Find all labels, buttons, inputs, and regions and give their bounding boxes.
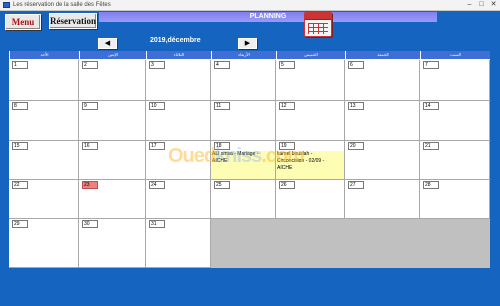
day-cell[interactable]: 2 (79, 60, 146, 101)
day-cell[interactable]: 12 (276, 101, 345, 141)
day-cell[interactable]: 10 (146, 101, 211, 141)
day-cell[interactable]: 22 (9, 180, 79, 219)
day-number: 31 (149, 220, 165, 228)
day-cell[interactable]: 28 (420, 180, 490, 219)
day-cell[interactable]: 5 (276, 60, 345, 101)
day-number: 14 (423, 102, 439, 110)
arrow-left-icon: ◀ (104, 40, 111, 47)
calendar-icon[interactable] (304, 12, 332, 37)
day-cell[interactable]: 31 (146, 219, 211, 268)
weekday-label: الخميس (276, 51, 345, 59)
day-number: 20 (348, 142, 364, 150)
day-cell[interactable]: 24 (146, 180, 211, 219)
day-number: 15 (12, 142, 28, 150)
watermark: Ouedkniss.com (168, 145, 305, 167)
window-title: Les réservation de la salle des Fêtes (13, 2, 111, 8)
day-number: 28 (423, 181, 439, 189)
day-number: 7 (423, 61, 439, 69)
day-cell[interactable]: 25 (211, 180, 276, 219)
day-cell[interactable]: 16 (79, 141, 146, 180)
day-cell[interactable]: 8 (9, 101, 79, 141)
day-number: 17 (149, 142, 165, 150)
day-cell[interactable]: 15 (9, 141, 79, 180)
day-number: 9 (82, 102, 98, 110)
weekday-label: الإثنين (79, 51, 146, 59)
day-number: 2 (82, 61, 98, 69)
weekday-label: الجمعة (345, 51, 420, 59)
planning-title: PLANNING (99, 12, 437, 22)
arrow-right-icon: ▶ (244, 40, 251, 47)
empty-cell (420, 219, 490, 268)
reservation-button[interactable]: Réservation (49, 13, 97, 29)
day-number: 16 (82, 142, 98, 150)
day-number: 11 (214, 102, 230, 110)
day-cell[interactable]: 9 (79, 101, 146, 141)
day-number: 30 (82, 220, 98, 228)
weekday-label: الثلاثاء (146, 51, 211, 59)
day-number: 27 (348, 181, 364, 189)
empty-cell (211, 219, 276, 268)
day-number: 12 (279, 102, 295, 110)
weekday-label: الأحد (9, 51, 79, 59)
menu-button[interactable]: Menu (5, 14, 41, 30)
window-controls: – □ ✕ (465, 0, 498, 10)
day-number: 24 (149, 181, 165, 189)
day-number: 26 (279, 181, 295, 189)
day-cell[interactable]: 13 (345, 101, 420, 141)
day-cell[interactable]: 21 (420, 141, 490, 180)
day-number: 23 (82, 181, 98, 189)
day-number: 21 (423, 142, 439, 150)
empty-cell (345, 219, 420, 268)
weekday-label: الأربعاء (211, 51, 276, 59)
maximize-icon[interactable]: □ (477, 0, 486, 9)
day-number: 25 (214, 181, 230, 189)
day-cell[interactable]: 23 (79, 180, 146, 219)
day-number: 13 (348, 102, 364, 110)
previous-month-button[interactable]: ◀ (98, 38, 117, 49)
day-number: 10 (149, 102, 165, 110)
minimize-icon[interactable]: – (465, 0, 474, 9)
window-titlebar: Les réservation de la salle des Fêtes – … (0, 0, 500, 11)
day-cell[interactable]: 1 (9, 60, 79, 101)
day-number: 4 (214, 61, 230, 69)
day-cell[interactable]: 6 (345, 60, 420, 101)
day-cell[interactable]: 26 (276, 180, 345, 219)
day-cell[interactable]: 4 (211, 60, 276, 101)
month-label: 2019,décembre (150, 37, 201, 44)
day-number: 1 (12, 61, 28, 69)
day-number: 6 (348, 61, 364, 69)
day-cell[interactable]: 20 (345, 141, 420, 180)
day-cell[interactable]: 3 (146, 60, 211, 101)
day-number: 5 (279, 61, 295, 69)
day-cell[interactable]: 11 (211, 101, 276, 141)
day-number: 8 (12, 102, 28, 110)
day-cell[interactable]: 14 (420, 101, 490, 141)
day-cell[interactable]: 30 (79, 219, 146, 268)
day-number: 29 (12, 220, 28, 228)
weekday-label: السبت (420, 51, 490, 59)
next-month-button[interactable]: ▶ (238, 38, 257, 49)
day-number: 3 (149, 61, 165, 69)
empty-cell (276, 219, 345, 268)
day-number: 22 (12, 181, 28, 189)
app-icon (3, 2, 10, 8)
day-cell[interactable]: 27 (345, 180, 420, 219)
close-icon[interactable]: ✕ (489, 0, 498, 9)
day-cell[interactable]: 29 (9, 219, 79, 268)
day-cell[interactable]: 7 (420, 60, 490, 101)
